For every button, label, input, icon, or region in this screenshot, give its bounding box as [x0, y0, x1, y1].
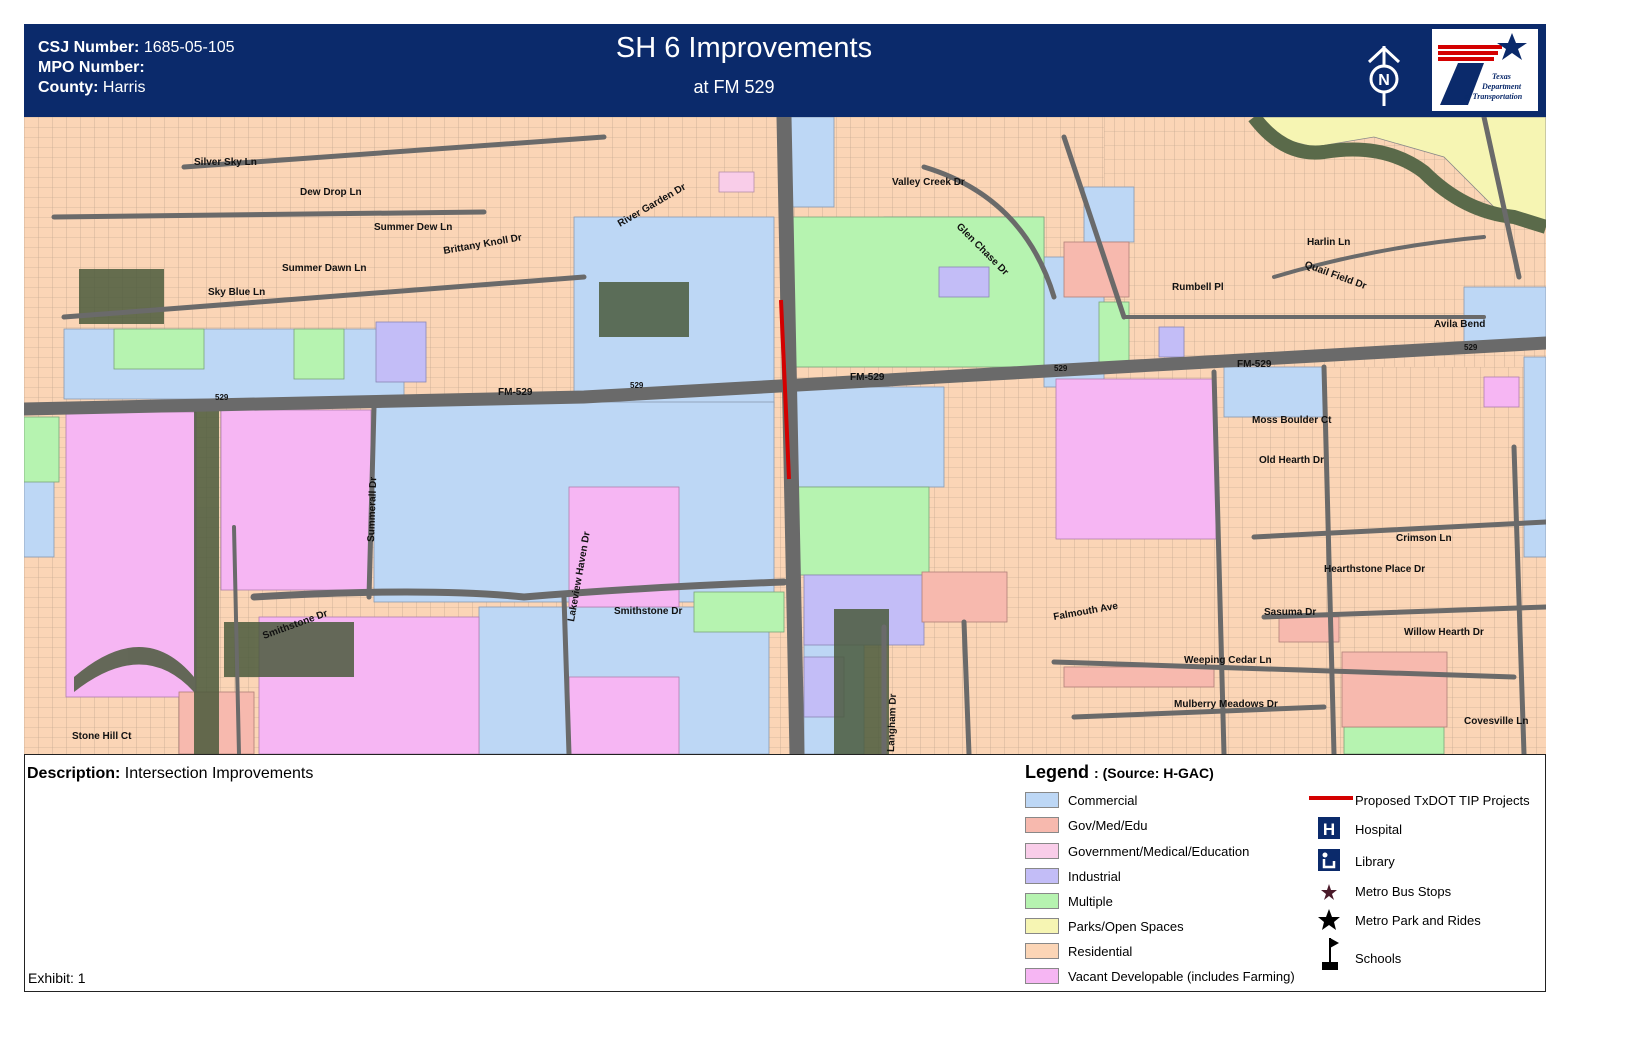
- swatch-industrial: [1025, 868, 1059, 884]
- road-label: Sasuma Dr: [1264, 607, 1316, 618]
- legend-source: : (Source: H-GAC): [1094, 765, 1214, 781]
- legend-title: Legend : (Source: H-GAC): [1025, 762, 1214, 783]
- road-label: Avila Bend: [1434, 319, 1485, 330]
- description: Description: Intersection Improvements: [27, 765, 313, 783]
- road-label: Summer Dew Ln: [374, 222, 452, 233]
- legend-label: Hospital: [1355, 822, 1402, 837]
- north-arrow-icon: N: [1367, 45, 1401, 106]
- logo-line-2: Department: [1481, 82, 1522, 91]
- hospital-icon: H: [1318, 817, 1340, 839]
- road-label: Weeping Cedar Ln: [1184, 655, 1272, 666]
- road-label: Harlin Ln: [1307, 237, 1350, 248]
- road-label: FM-529: [850, 372, 885, 383]
- road-label: Langham Dr: [886, 693, 899, 752]
- legend-label: Residential: [1068, 944, 1133, 959]
- legend-label: Proposed TxDOT TIP Projects: [1355, 793, 1530, 808]
- road-label: FM-529: [1237, 359, 1272, 370]
- road-label: Summerall Dr: [366, 477, 379, 542]
- road-label: Dew Drop Ln: [300, 187, 362, 198]
- legend-label: Gov/Med/Edu: [1068, 818, 1148, 833]
- description-label: Description:: [27, 765, 121, 782]
- legend-panel: Description: Intersection Improvements E…: [24, 754, 1546, 993]
- exhibit-number: Exhibit: 1: [28, 970, 86, 986]
- page-subtitle: at FM 529: [693, 77, 775, 97]
- road-label: Rumbell Pl: [1172, 282, 1224, 293]
- title-bar: CSJ Number: 1685-05-105 MPO Number: Coun…: [24, 24, 1546, 117]
- legend-label: Metro Bus Stops: [1355, 884, 1452, 899]
- red-line-icon: [1309, 796, 1353, 800]
- library-icon: [1318, 849, 1340, 871]
- logo-line-3: of Transportation: [1464, 92, 1523, 101]
- swatch-commercial: [1025, 792, 1059, 808]
- logo-line-1: Texas: [1492, 72, 1511, 81]
- school-flag-icon: [1322, 938, 1339, 970]
- road-label: Covesville Ln: [1464, 716, 1528, 727]
- road-label: Silver Sky Ln: [194, 157, 257, 168]
- swatch-parks: [1025, 918, 1059, 934]
- swatch-multiple: [1025, 893, 1059, 909]
- road-label: Summer Dawn Ln: [282, 263, 366, 274]
- legend-label: Government/Medical/Education: [1068, 844, 1250, 859]
- park-ride-star-icon: [1318, 909, 1340, 930]
- road-label: Smithstone Dr: [614, 606, 682, 617]
- road-label: Valley Creek Dr: [892, 177, 965, 188]
- road-label: Old Hearth Dr: [1259, 455, 1324, 466]
- txdot-logo: Texas Department of Transportation: [1432, 29, 1538, 111]
- road-label: Crimson Ln: [1396, 533, 1452, 544]
- legend-label: Schools: [1355, 951, 1402, 966]
- land-use-map[interactable]: FM-529 FM-529 FM-529 529 529 529 529 Smi…: [24, 117, 1546, 754]
- road-label: Moss Boulder Ct: [1252, 415, 1332, 426]
- legend-label: Industrial: [1068, 869, 1121, 884]
- swatch-government: [1025, 843, 1059, 859]
- road-label: 529: [630, 381, 644, 390]
- road-label: Stone Hill Ct: [72, 731, 132, 742]
- legend-label: Commercial: [1068, 793, 1138, 808]
- road-label: 529: [215, 393, 229, 402]
- road-label: Sky Blue Ln: [208, 287, 265, 298]
- road-label: 529: [1464, 343, 1478, 352]
- description-value: Intersection Improvements: [124, 765, 314, 782]
- bus-stop-star-icon: [1321, 884, 1337, 900]
- legend-label: Library: [1355, 854, 1395, 869]
- swatch-residential: [1025, 943, 1059, 959]
- svg-text:N: N: [1378, 72, 1390, 89]
- road-label: Hearthstone Place Dr: [1324, 564, 1425, 575]
- swatch-gov-med-edu: [1025, 817, 1059, 833]
- svg-text:H: H: [1323, 820, 1335, 839]
- legend-label: Parks/Open Spaces: [1068, 919, 1184, 934]
- swatch-vacant: [1025, 968, 1059, 984]
- legend-label: Multiple: [1068, 894, 1113, 909]
- page-title: SH 6 Improvements: [615, 32, 873, 64]
- legend-label: Metro Park and Rides: [1355, 913, 1481, 928]
- legend-label: Vacant Developable (includes Farming): [1068, 969, 1295, 984]
- road-label: Mulberry Meadows Dr: [1174, 699, 1278, 710]
- road-label: Willow Hearth Dr: [1404, 627, 1484, 638]
- legend-heading: Legend: [1025, 762, 1090, 782]
- road-label: 529: [1054, 364, 1068, 373]
- road-label: FM-529: [498, 387, 533, 398]
